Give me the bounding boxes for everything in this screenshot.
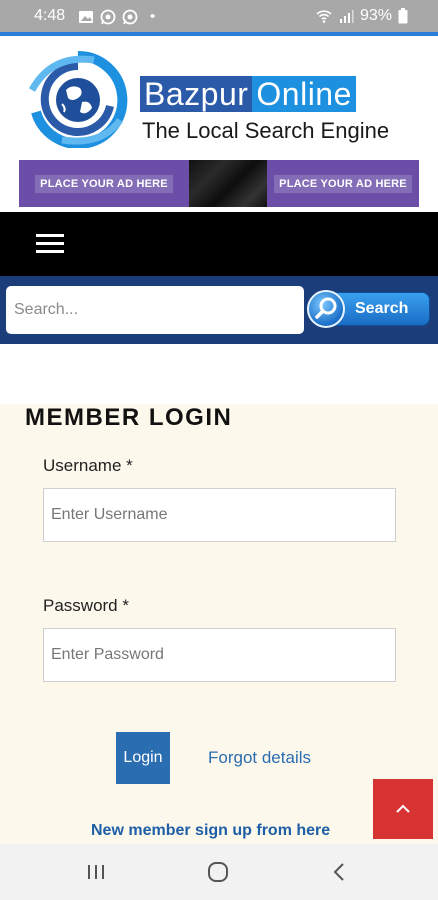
login-button[interactable]: Login <box>116 732 170 784</box>
forgot-details-link[interactable]: Forgot details <box>208 748 311 768</box>
battery-percent: 93% <box>359 7 392 24</box>
ad-left-text: PLACE YOUR AD HERE <box>35 174 173 193</box>
menu-icon[interactable] <box>36 234 66 256</box>
status-bar: 4:48 • 93% <box>0 0 438 32</box>
password-field[interactable] <box>43 628 396 682</box>
scroll-to-top-button[interactable] <box>373 779 433 839</box>
brand-name[interactable]: Bazpur Online <box>140 76 356 112</box>
site-header: Bazpur Online The Local Search Engine PL… <box>0 36 438 212</box>
login-title: MEMBER LOGIN <box>25 404 233 431</box>
whatsapp-icon <box>100 9 116 24</box>
ad-left: PLACE YOUR AD HERE <box>19 160 189 207</box>
ad-right: PLACE YOUR AD HERE <box>267 160 419 207</box>
brand-part1: Bazpur <box>140 76 253 112</box>
ad-right-text: PLACE YOUR AD HERE <box>274 174 412 193</box>
recent-apps-icon[interactable] <box>84 860 108 884</box>
nav-bar <box>0 212 438 276</box>
signup-link[interactable]: New member sign up from here <box>91 822 330 840</box>
status-dot: • <box>150 8 156 25</box>
search-button-label: Search <box>355 300 409 317</box>
username-label: Username * <box>43 456 133 475</box>
chevron-up-icon <box>396 804 410 813</box>
whatsapp-icon <box>122 9 138 24</box>
android-nav-bar <box>0 844 438 900</box>
password-label: Password * <box>43 596 129 615</box>
ad-banner[interactable]: PLACE YOUR AD HERE PLACE YOUR AD HERE <box>19 160 419 207</box>
notification-icons: • <box>78 8 155 25</box>
back-icon[interactable] <box>328 860 352 884</box>
signal-icon <box>339 10 354 23</box>
brand-part2: Online <box>252 76 356 112</box>
system-indicators: 93% <box>316 7 408 25</box>
status-time: 4:48 <box>34 7 66 24</box>
ad-tire-image <box>189 160 267 207</box>
globe-logo-icon[interactable] <box>22 50 134 148</box>
image-icon <box>79 10 93 23</box>
tagline: The Local Search Engine <box>142 118 390 143</box>
search-input[interactable] <box>6 286 304 334</box>
wifi-icon <box>316 10 332 23</box>
search-icon <box>307 290 345 328</box>
member-login-section: MEMBER LOGIN Username * Password * Login… <box>0 404 438 844</box>
search-bar: Search <box>0 276 438 344</box>
username-field[interactable] <box>43 488 396 542</box>
search-button[interactable]: Search <box>307 290 430 328</box>
home-icon[interactable] <box>206 860 230 884</box>
battery-icon <box>398 8 408 24</box>
